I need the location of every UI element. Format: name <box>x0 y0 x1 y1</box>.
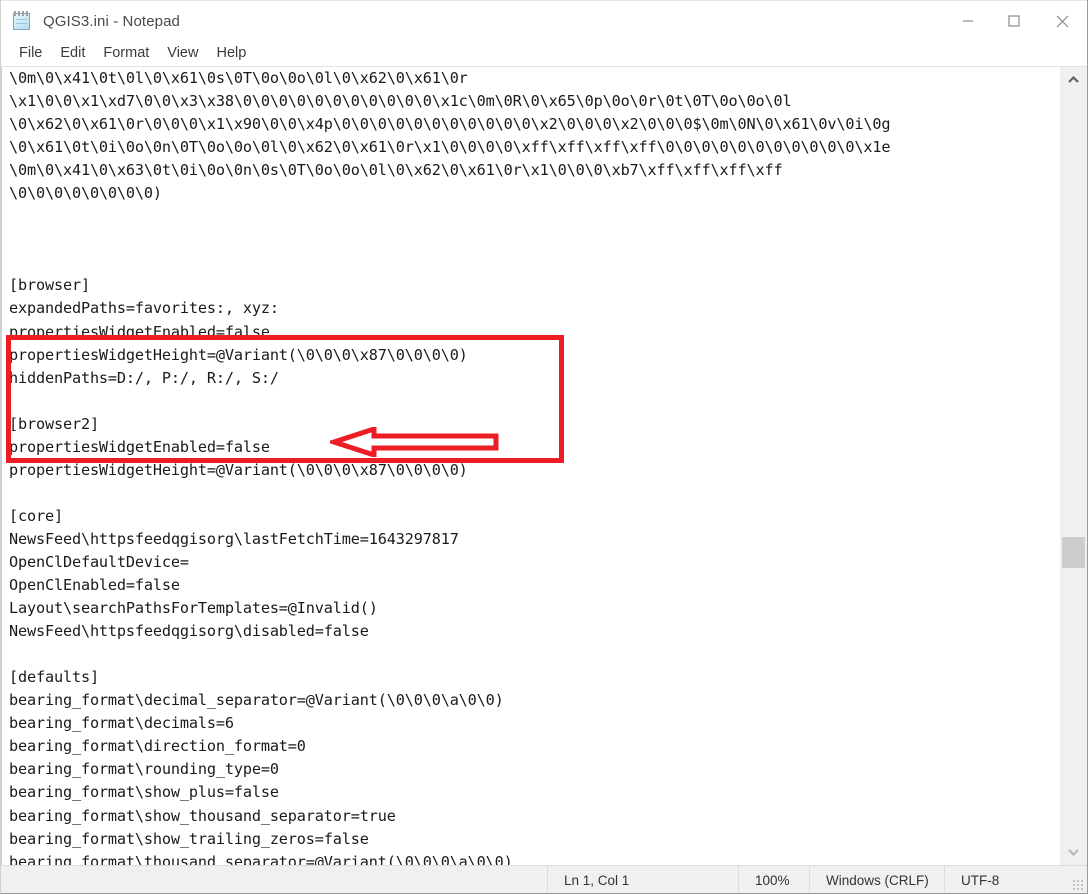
minimize-button[interactable] <box>945 1 991 41</box>
window-controls <box>945 1 1087 41</box>
editor-text: \0m\0\x41\0t\0l\0\x61\0s\0T\0o\0o\0l\0\x… <box>9 69 891 865</box>
menu-item-file[interactable]: File <box>10 43 51 64</box>
menu-item-view[interactable]: View <box>158 43 207 64</box>
status-line-ending: Windows (CRLF) <box>809 866 944 893</box>
vertical-scrollbar[interactable] <box>1059 67 1087 865</box>
close-icon <box>1056 15 1068 27</box>
menu-item-edit[interactable]: Edit <box>51 43 94 64</box>
menu-bar: File Edit Format View Help <box>1 41 1087 66</box>
notepad-window: QGIS3.ini - Notepad File Edit Format Vie… <box>0 0 1088 894</box>
title-bar: QGIS3.ini - Notepad <box>1 0 1087 41</box>
menu-item-format[interactable]: Format <box>94 43 158 64</box>
chevron-up-icon <box>1068 76 1079 83</box>
status-cursor-position: Ln 1, Col 1 <box>547 866 738 893</box>
maximize-icon <box>1008 15 1020 27</box>
chevron-down-icon <box>1068 849 1079 856</box>
scrollbar-thumb[interactable] <box>1062 537 1085 568</box>
close-button[interactable] <box>1037 1 1087 41</box>
menu-item-help[interactable]: Help <box>207 43 255 64</box>
resize-grip[interactable] <box>1069 866 1087 893</box>
minimize-icon <box>963 20 973 22</box>
status-encoding: UTF-8 <box>944 866 1069 893</box>
editor-area: \0m\0\x41\0t\0l\0\x61\0s\0T\0o\0o\0l\0\x… <box>1 66 1087 865</box>
status-bar: Ln 1, Col 1 100% Windows (CRLF) UTF-8 <box>1 865 1087 893</box>
status-zoom-level[interactable]: 100% <box>738 866 809 893</box>
window-title: QGIS3.ini - Notepad <box>43 12 180 30</box>
text-editor[interactable]: \0m\0\x41\0t\0l\0\x61\0s\0T\0o\0o\0l\0\x… <box>1 67 1059 865</box>
notepad-icon <box>12 10 34 32</box>
title-bar-left: QGIS3.ini - Notepad <box>1 10 180 32</box>
scrollbar-down-button[interactable] <box>1060 839 1087 865</box>
maximize-button[interactable] <box>991 1 1037 41</box>
scrollbar-up-button[interactable] <box>1060 67 1087 93</box>
